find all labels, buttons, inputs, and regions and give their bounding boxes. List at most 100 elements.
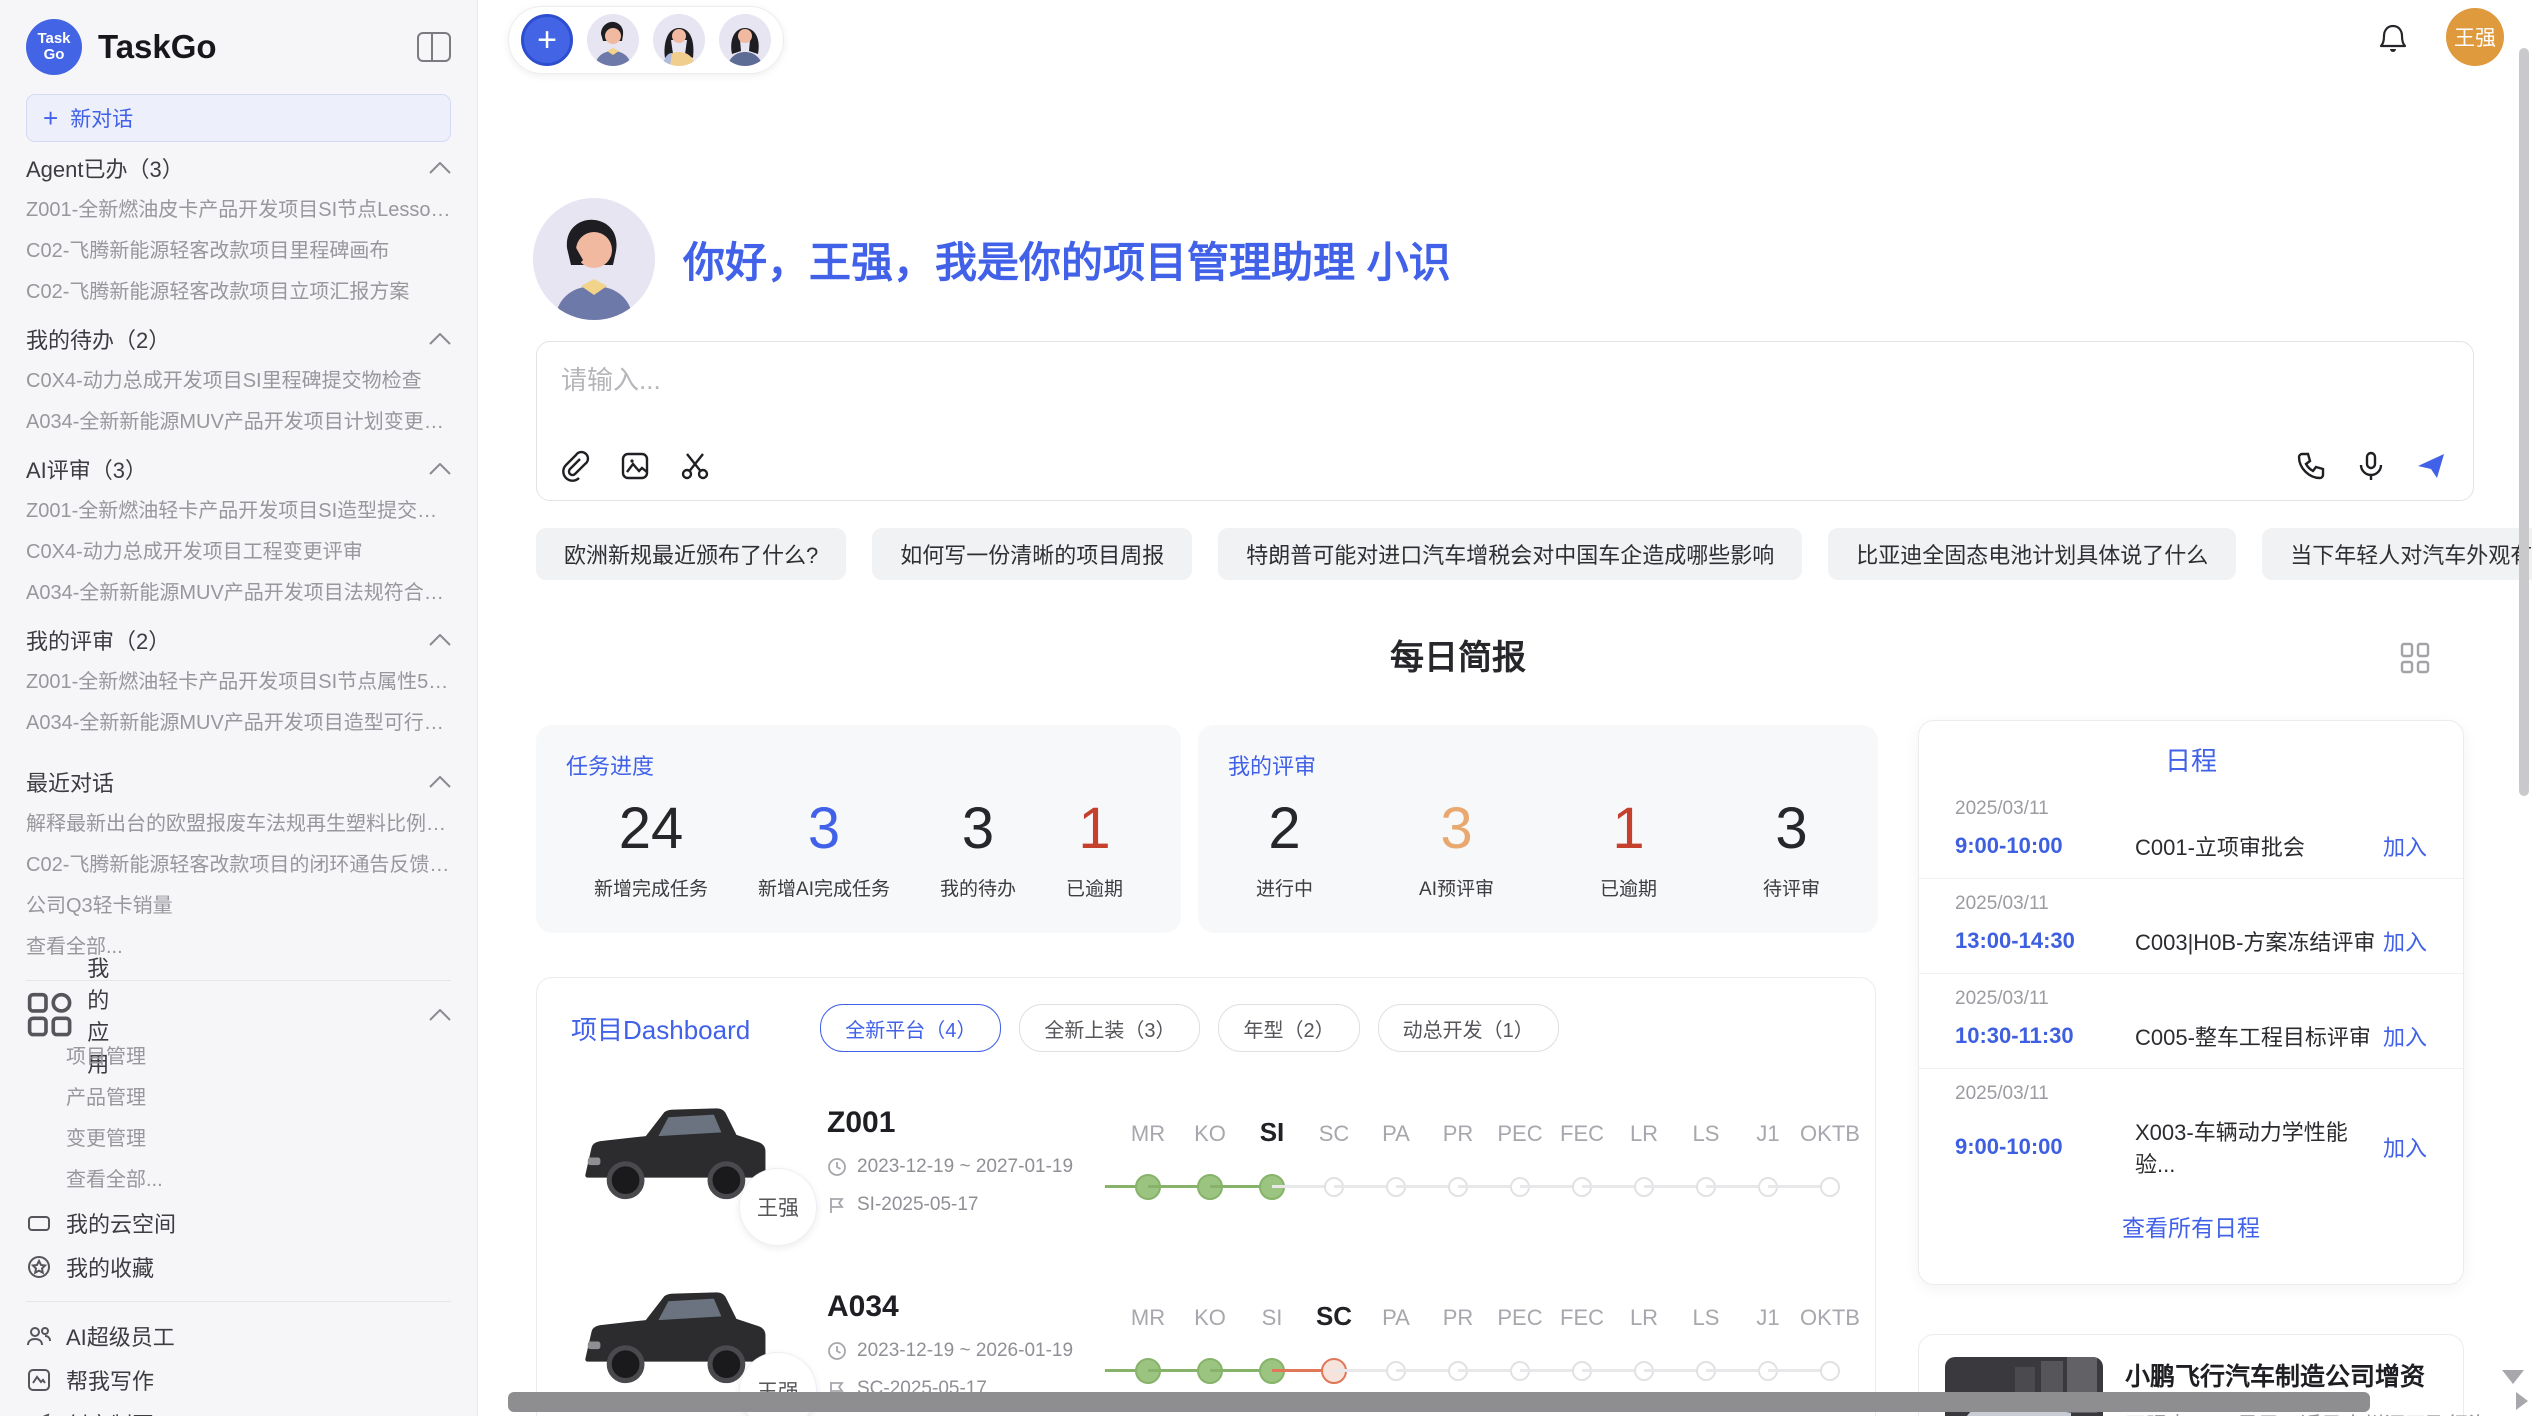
milestone: LS — [1675, 1115, 1737, 1211]
scroll-right-arrow[interactable] — [2516, 1392, 2528, 1410]
layout-grid-icon[interactable] — [2398, 640, 2432, 674]
milestone: OKTB — [1799, 1299, 1861, 1395]
assistant-hero-avatar — [533, 198, 655, 320]
milestone: OKTB — [1799, 1115, 1861, 1211]
task-list-item[interactable]: Z001-全新燃油皮卡产品开发项目SI节点Lesson Learn报告 — [26, 190, 451, 231]
assistant-avatar-2[interactable] — [653, 14, 705, 66]
assistant-avatar-3[interactable] — [719, 14, 771, 66]
sidebar-item-help-write[interactable]: 帮我写作 — [26, 1358, 451, 1402]
dashboard-tab[interactable]: 全新平台（4） — [820, 1004, 1001, 1052]
suggestion-chip[interactable]: 如何写一份清晰的项目周报 — [872, 528, 1192, 580]
section-my-todo[interactable]: 我的待办（2） — [26, 317, 451, 361]
task-list-item[interactable]: C02-飞腾新能源轻客改款项目立项汇报方案 — [26, 272, 451, 313]
scissors-icon[interactable] — [679, 450, 711, 482]
project-flag-date: SI-2025-05-17 — [857, 1194, 978, 1216]
milestone: J1 — [1737, 1115, 1799, 1211]
people-icon — [26, 1323, 52, 1349]
project-dates: 2023-12-19 ~ 2026-01-19 — [857, 1340, 1073, 1362]
milestone: FEC — [1551, 1115, 1613, 1211]
recent-chat-item[interactable]: 解释最新出台的欧盟报废车法规再生塑料比例被调至15%... — [26, 804, 451, 845]
task-list-item[interactable]: C02-飞腾新能源轻客改款项目里程碑画布 — [26, 231, 451, 272]
milestone: MR — [1117, 1115, 1179, 1211]
stat-label: 已逾期 — [1600, 874, 1657, 901]
send-icon[interactable] — [2415, 450, 2447, 482]
view-all-schedule-link[interactable]: 查看所有日程 — [1919, 1209, 2463, 1243]
milestone: SI — [1241, 1299, 1303, 1395]
section-agent-done-list: Z001-全新燃油皮卡产品开发项目SI节点Lesson Learn报告C02-飞… — [26, 190, 451, 313]
event-name: C005-整车工程目标评审 — [2135, 1020, 2383, 1052]
image-icon[interactable] — [619, 450, 651, 482]
horizontal-scrollbar[interactable] — [508, 1392, 2370, 1412]
app-list-item[interactable]: 变更管理 — [66, 1119, 451, 1160]
section-ai-review[interactable]: AI评审（3） — [26, 447, 451, 491]
stat-label: 进行中 — [1256, 874, 1313, 901]
task-list-item[interactable]: Z001-全新燃油轻卡产品开发项目SI造型提交物评审 — [26, 491, 451, 532]
dashboard-tab[interactable]: 年型（2） — [1218, 1004, 1359, 1052]
suggestion-chip[interactable]: 比亚迪全固态电池计划具体说了什么 — [1828, 528, 2236, 580]
section-my-review[interactable]: 我的评审（2） — [26, 618, 451, 662]
event-join-link[interactable]: 加入 — [2383, 925, 2427, 957]
project-owner-badge: 王强 — [739, 1168, 817, 1246]
add-assistant-button[interactable]: + — [521, 14, 573, 66]
phone-icon[interactable] — [2295, 450, 2327, 482]
project-row[interactable]: 王强 Z001 2023-12-19 ~ 2027-01-19 SI-2025-… — [571, 1086, 1841, 1236]
milestone-dot — [1820, 1177, 1840, 1197]
project-dates: 2023-12-19 ~ 2027-01-19 — [857, 1156, 1073, 1178]
suggestion-chip[interactable]: 特朗普可能对进口汽车增税会对中国车企造成哪些影响 — [1218, 528, 1802, 580]
schedule-events: 2025/03/11 9:00-10:00 C001-立项审批会 加入 2025… — [1919, 784, 2463, 1195]
task-list-item[interactable]: C0X4-动力总成开发项目SI里程碑提交物检查 — [26, 361, 451, 402]
event-join-link[interactable]: 加入 — [2383, 830, 2427, 862]
milestone: FEC — [1551, 1299, 1613, 1395]
sidebar-item-favorites[interactable]: 我的收藏 — [26, 1245, 451, 1289]
microphone-icon[interactable] — [2355, 450, 2387, 482]
scroll-down-arrow[interactable] — [2502, 1370, 2524, 1384]
task-list-item[interactable]: C0X4-动力总成开发项目工程变更评审 — [26, 532, 451, 573]
event-name: X003-车辆动力学性能验... — [2135, 1115, 2383, 1179]
milestone-label: LR — [1613, 1305, 1675, 1331]
suggestion-chip[interactable]: 欧洲新规最近颁布了什么? — [536, 528, 846, 580]
task-progress-stats: 24 新增完成任务 3 新增AI完成任务 3 我的待办 1 — [566, 795, 1151, 901]
sidebar-header: Task Go TaskGo — [26, 14, 451, 80]
task-list-item[interactable]: A034-全新新能源MUV产品开发项目法规符合性评审 — [26, 573, 451, 614]
app-list-item[interactable]: 项目管理 — [66, 1037, 451, 1078]
cloud-space-icon — [26, 1210, 52, 1236]
task-list-item[interactable]: A034-全新新能源MUV产品开发项目计划变更表编写 — [26, 402, 451, 443]
event-date: 2025/03/11 — [1955, 798, 2427, 820]
schedule-event: 2025/03/11 9:00-10:00 X003-车辆动力学性能验... 加… — [1919, 1069, 2463, 1195]
paperclip-icon[interactable] — [559, 450, 591, 482]
task-list-item[interactable]: Z001-全新燃油轻卡产品开发项目SI节点属性5D文件评审 — [26, 662, 451, 703]
milestone-label: MR — [1117, 1305, 1179, 1331]
recent-chat-item[interactable]: C02-飞腾新能源轻客改款项目的闭环通告反馈情况 — [26, 845, 451, 886]
vertical-scrollbar[interactable] — [2519, 48, 2529, 796]
dashboard-tab[interactable]: 动总开发（1） — [1378, 1004, 1559, 1052]
sidebar-item-cloud-space[interactable]: 我的云空间 — [26, 1201, 451, 1245]
milestone-label: FEC — [1551, 1305, 1613, 1331]
section-agent-done[interactable]: Agent已办（3） — [26, 146, 451, 190]
dashboard-tab[interactable]: 全新上装（3） — [1019, 1004, 1200, 1052]
stat-label: 待评审 — [1763, 874, 1820, 901]
flag-icon — [827, 1195, 847, 1215]
section-my-apps[interactable]: 我的应用 — [26, 993, 451, 1037]
section-recent-chats[interactable]: 最近对话 — [26, 760, 451, 804]
chat-input[interactable] — [559, 364, 2263, 397]
main-area: + 王强 你好，王强，我是你的项目管理助理 小识 — [478, 0, 2532, 1416]
event-join-link[interactable]: 加入 — [2383, 1020, 2427, 1052]
event-join-link[interactable]: 加入 — [2383, 1131, 2427, 1163]
sidebar-item-creative-draw[interactable]: 创意制图 — [26, 1402, 451, 1416]
milestone-label: MR — [1117, 1121, 1179, 1147]
app-list-item[interactable]: 产品管理 — [66, 1078, 451, 1119]
app-list-item[interactable]: 查看全部... — [66, 1160, 451, 1201]
schedule-card: 日程 2025/03/11 9:00-10:00 C001-立项审批会 加入 2… — [1918, 720, 2464, 1285]
notification-bell-icon[interactable] — [2376, 22, 2410, 56]
user-avatar[interactable]: 王强 — [2446, 8, 2504, 66]
new-chat-button[interactable]: + 新对话 — [26, 94, 451, 142]
suggestion-chip[interactable]: 当下年轻人对汽车外观有怎样的喜好趋势 — [2262, 528, 2532, 580]
user-name: 王强 — [2454, 22, 2496, 52]
sidebar-item-ai-staff[interactable]: AI超级员工 — [26, 1314, 451, 1358]
sidebar-collapse-icon[interactable] — [417, 32, 451, 62]
assistant-avatar-1[interactable] — [587, 14, 639, 66]
milestone: PR — [1427, 1299, 1489, 1395]
section-my-todo-list: C0X4-动力总成开发项目SI里程碑提交物检查A034-全新新能源MUV产品开发… — [26, 361, 451, 443]
task-list-item[interactable]: A034-全新新能源MUV产品开发项目造型可行性评审 — [26, 703, 451, 744]
recent-chat-item[interactable]: 公司Q3轻卡销量 — [26, 886, 451, 927]
